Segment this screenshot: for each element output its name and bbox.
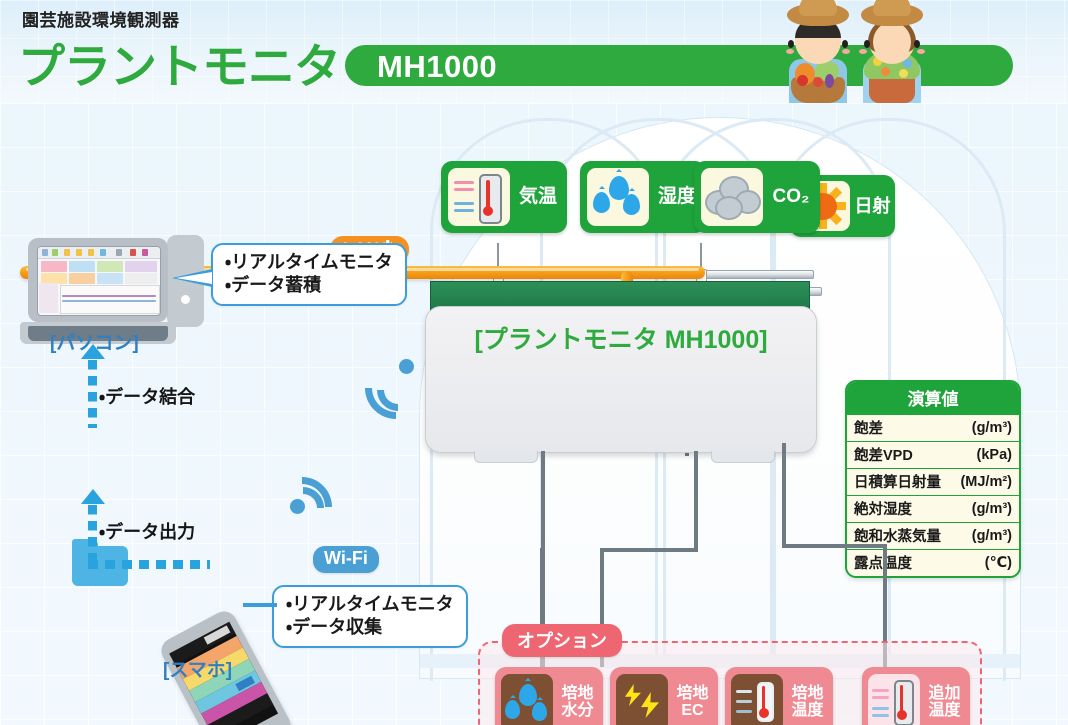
calc-row-name: 飽差: [854, 421, 883, 437]
cloud-icon: [701, 168, 763, 226]
calc-row-unit: (g/m³): [971, 419, 1012, 436]
sensor-badge-humidity: 湿度: [580, 161, 706, 233]
pc-callout-tail-inner: [176, 272, 212, 284]
calc-row-unit: (g/m³): [971, 500, 1012, 517]
plant-monitor-device: [プラントモニタ MH1000]: [425, 306, 817, 463]
dataflow-arrow-lower: [81, 489, 105, 504]
option-badge-additional-temperature: 追加 温度: [862, 667, 970, 725]
dataflow-dashes-horizontal: [88, 560, 210, 569]
calc-row-name: 日積算日射量: [854, 475, 941, 491]
lightning-icon: [616, 674, 668, 725]
page-header: 園芸施設環境観測器 プラントモニタ MH1000: [0, 0, 1068, 103]
phone-callout-line2: ・データ収集: [286, 617, 383, 638]
page-title: プラントモニタ: [18, 40, 341, 93]
option-cable-2b: [600, 548, 698, 552]
calc-table-row: 飽差 (g/m³): [847, 414, 1019, 441]
option-label-substrate-temperature: 培地 温度: [786, 685, 833, 720]
pc-callout-line2: ・データ蓄積: [225, 275, 322, 296]
pc-callout: ・リアルタイムモニタ ・データ蓄積: [211, 243, 407, 307]
phone-callout-line1: ・リアルタイムモニタ: [286, 594, 454, 614]
option-cable-4b: [782, 544, 887, 548]
water-drops-icon: [501, 674, 553, 725]
wifi-badge: Wi-Fi: [313, 546, 379, 573]
option-cable-4: [782, 443, 786, 548]
solar-sensor-label: 日射: [854, 195, 891, 216]
option-badge-substrate-temperature: 培地 温度: [725, 667, 833, 725]
calc-row-unit: (MJ/m²): [960, 473, 1012, 490]
calc-table-row: 日積算日射量 (MJ/m²): [847, 468, 1019, 495]
option-cable-2: [694, 451, 698, 551]
option-label-line2: 水分: [561, 702, 594, 719]
phone-label: [スマホ]: [163, 660, 233, 681]
calc-table-row: 飽差VPD (kPa): [847, 441, 1019, 468]
option-label-line1: 培地: [791, 685, 824, 703]
sensor-label-temperature: 気温: [518, 186, 557, 208]
option-label-line2: 温度: [791, 702, 824, 719]
option-label-line1: 追加: [928, 685, 961, 703]
dataflow-dashes-lower: [88, 505, 97, 567]
diagram-canvas: 園芸施設環境観測器 プラントモニタ MH1000 日射 [プラントモニタ MH1…: [0, 0, 1068, 725]
calc-table-row: 絶対湿度 (g/m³): [847, 495, 1019, 522]
option-label-substrate-moisture: 培地 水分: [556, 685, 603, 720]
calc-row-unit: (kPa): [976, 446, 1012, 463]
option-label-additional-temperature: 追加 温度: [923, 685, 970, 720]
option-label-line2: EC: [681, 702, 704, 719]
thermometer-icon: [868, 674, 920, 725]
thermometer-icon: [448, 168, 510, 226]
farmer-illustration: [770, 2, 950, 103]
dataflow-dashes-upper: [88, 360, 97, 428]
option-badge-substrate-ec: 培地 EC: [610, 667, 718, 725]
calculated-values-table: 演算値 飽差 (g/m³) 飽差VPD (kPa) 日積算日射量 (MJ/m²)…: [845, 380, 1021, 578]
option-label-substrate-ec: 培地 EC: [671, 685, 718, 720]
option-badge-substrate-moisture: 培地 水分: [495, 667, 603, 725]
thermometer-icon: [731, 674, 783, 725]
dataflow-arrow-top: [81, 344, 105, 359]
option-label-line1: 培地: [676, 685, 709, 703]
water-drops-icon: [587, 168, 649, 226]
sensor-badge-temperature: 気温: [441, 161, 567, 233]
calc-row-name: 飽和水蒸気量: [854, 529, 941, 545]
options-badge: オプション: [502, 624, 622, 657]
option-label-line1: 培地: [561, 685, 594, 703]
wifi-icon-device: [352, 344, 440, 432]
calc-row-name: 絶対湿度: [854, 502, 912, 518]
calc-row-unit: (g/m³): [971, 527, 1012, 544]
dataflow-label-output: ・データ出力: [99, 522, 196, 542]
calc-table-row: 露点温度 (℃): [847, 549, 1019, 576]
calc-row-name: 飽差VPD: [854, 448, 913, 464]
wifi-icon-phone: [259, 464, 345, 550]
option-label-line2: 温度: [928, 702, 961, 719]
laptop-screen: [37, 246, 161, 316]
main-diagram: LAN※ 日射 [プラントモニタ MH1000]: [0, 103, 1068, 725]
sensor-badge-co2: CO₂: [694, 161, 820, 233]
calc-table-title: 演算値: [847, 382, 1019, 414]
model-number-label: MH1000: [377, 49, 498, 84]
farmer-girl-icon: [848, 4, 936, 103]
dataflow-label-merge: ・データ結合: [99, 387, 196, 407]
pc-callout-line1: ・リアルタイムモニタ: [225, 252, 393, 272]
sensor-label-co2: CO₂: [772, 186, 810, 208]
phone-callout-tail: [243, 603, 277, 607]
phone-callout: ・リアルタイムモニタ ・データ収集: [272, 585, 468, 649]
calc-row-unit: (℃): [984, 554, 1012, 571]
device-title: [プラントモニタ MH1000]: [474, 326, 768, 354]
